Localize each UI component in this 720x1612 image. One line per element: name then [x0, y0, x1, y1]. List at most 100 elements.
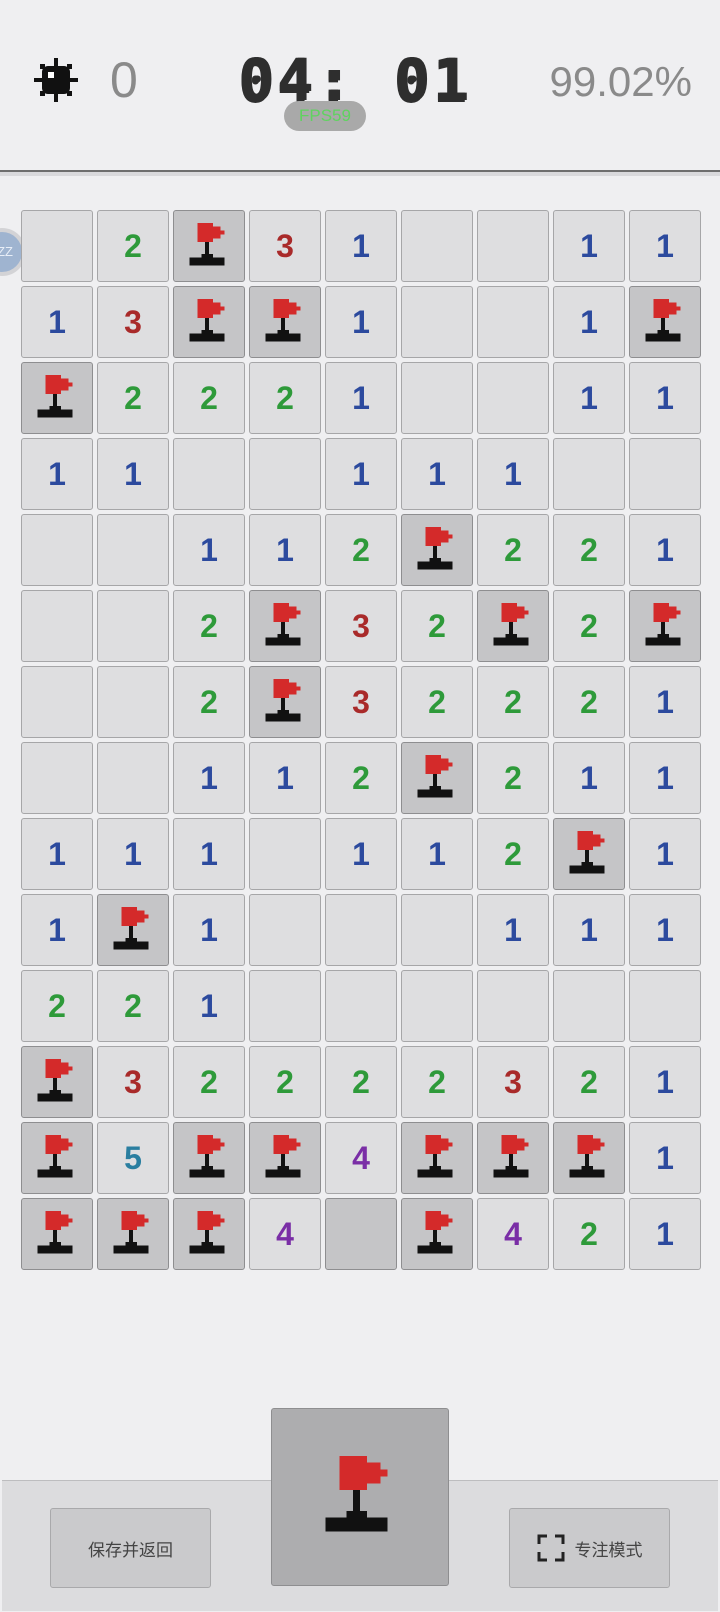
number-cell[interactable]: 1: [401, 818, 473, 890]
number-cell[interactable]: 2: [401, 1046, 473, 1118]
number-cell[interactable]: 3: [249, 210, 321, 282]
empty-cell[interactable]: [325, 894, 397, 966]
number-cell[interactable]: 1: [629, 210, 701, 282]
save-and-return-button[interactable]: 保存并返回: [50, 1508, 211, 1588]
empty-cell[interactable]: [249, 970, 321, 1042]
number-cell[interactable]: 1: [553, 286, 625, 358]
empty-cell[interactable]: [249, 818, 321, 890]
number-cell[interactable]: 1: [173, 894, 245, 966]
number-cell[interactable]: 1: [173, 818, 245, 890]
covered-cell[interactable]: [325, 1198, 397, 1270]
flagged-cell[interactable]: [173, 210, 245, 282]
flagged-cell[interactable]: [97, 894, 169, 966]
flagged-cell[interactable]: [249, 1122, 321, 1194]
empty-cell[interactable]: [325, 970, 397, 1042]
flagged-cell[interactable]: [401, 742, 473, 814]
empty-cell[interactable]: [21, 742, 93, 814]
empty-cell[interactable]: [97, 590, 169, 662]
number-cell[interactable]: 2: [477, 514, 549, 586]
empty-cell[interactable]: [401, 286, 473, 358]
flagged-cell[interactable]: [21, 1046, 93, 1118]
number-cell[interactable]: 2: [477, 742, 549, 814]
empty-cell[interactable]: [97, 742, 169, 814]
number-cell[interactable]: 1: [629, 894, 701, 966]
number-cell[interactable]: 1: [97, 438, 169, 510]
number-cell[interactable]: 2: [553, 590, 625, 662]
number-cell[interactable]: 2: [97, 362, 169, 434]
number-cell[interactable]: 1: [477, 894, 549, 966]
empty-cell[interactable]: [401, 210, 473, 282]
number-cell[interactable]: 2: [553, 1046, 625, 1118]
flagged-cell[interactable]: [553, 818, 625, 890]
flagged-cell[interactable]: [173, 1122, 245, 1194]
empty-cell[interactable]: [249, 894, 321, 966]
number-cell[interactable]: 1: [325, 362, 397, 434]
empty-cell[interactable]: [477, 210, 549, 282]
number-cell[interactable]: 3: [97, 286, 169, 358]
empty-cell[interactable]: [553, 970, 625, 1042]
empty-cell[interactable]: [401, 362, 473, 434]
number-cell[interactable]: 1: [629, 1198, 701, 1270]
empty-cell[interactable]: [97, 666, 169, 738]
number-cell[interactable]: 1: [21, 438, 93, 510]
number-cell[interactable]: 1: [21, 818, 93, 890]
flagged-cell[interactable]: [97, 1198, 169, 1270]
number-cell[interactable]: 3: [97, 1046, 169, 1118]
number-cell[interactable]: 2: [173, 666, 245, 738]
empty-cell[interactable]: [21, 514, 93, 586]
number-cell[interactable]: 2: [97, 210, 169, 282]
flagged-cell[interactable]: [553, 1122, 625, 1194]
number-cell[interactable]: 2: [21, 970, 93, 1042]
focus-mode-button[interactable]: 专注模式: [509, 1508, 670, 1588]
empty-cell[interactable]: [553, 438, 625, 510]
empty-cell[interactable]: [629, 438, 701, 510]
flagged-cell[interactable]: [477, 1122, 549, 1194]
number-cell[interactable]: 1: [21, 286, 93, 358]
empty-cell[interactable]: [21, 210, 93, 282]
number-cell[interactable]: 1: [629, 742, 701, 814]
empty-cell[interactable]: [97, 514, 169, 586]
number-cell[interactable]: 2: [325, 1046, 397, 1118]
flagged-cell[interactable]: [401, 514, 473, 586]
empty-cell[interactable]: [477, 970, 549, 1042]
empty-cell[interactable]: [477, 286, 549, 358]
flagged-cell[interactable]: [249, 286, 321, 358]
number-cell[interactable]: 2: [325, 514, 397, 586]
flagged-cell[interactable]: [629, 286, 701, 358]
number-cell[interactable]: 3: [325, 590, 397, 662]
number-cell[interactable]: 1: [325, 286, 397, 358]
flagged-cell[interactable]: [401, 1198, 473, 1270]
number-cell[interactable]: 3: [477, 1046, 549, 1118]
flag-mode-toggle-button[interactable]: [271, 1408, 449, 1586]
empty-cell[interactable]: [21, 590, 93, 662]
number-cell[interactable]: 1: [173, 970, 245, 1042]
number-cell[interactable]: 1: [629, 1046, 701, 1118]
number-cell[interactable]: 3: [325, 666, 397, 738]
empty-cell[interactable]: [401, 894, 473, 966]
number-cell[interactable]: 1: [249, 742, 321, 814]
flagged-cell[interactable]: [21, 1122, 93, 1194]
flagged-cell[interactable]: [249, 590, 321, 662]
flagged-cell[interactable]: [477, 590, 549, 662]
number-cell[interactable]: 1: [553, 210, 625, 282]
empty-cell[interactable]: [249, 438, 321, 510]
number-cell[interactable]: 1: [401, 438, 473, 510]
number-cell[interactable]: 1: [477, 438, 549, 510]
number-cell[interactable]: 1: [553, 742, 625, 814]
number-cell[interactable]: 4: [325, 1122, 397, 1194]
number-cell[interactable]: 1: [173, 742, 245, 814]
number-cell[interactable]: 4: [249, 1198, 321, 1270]
number-cell[interactable]: 1: [553, 894, 625, 966]
flagged-cell[interactable]: [173, 1198, 245, 1270]
number-cell[interactable]: 1: [325, 818, 397, 890]
number-cell[interactable]: 1: [325, 438, 397, 510]
empty-cell[interactable]: [401, 970, 473, 1042]
flagged-cell[interactable]: [21, 1198, 93, 1270]
number-cell[interactable]: 2: [401, 590, 473, 662]
empty-cell[interactable]: [21, 666, 93, 738]
number-cell[interactable]: 1: [629, 666, 701, 738]
number-cell[interactable]: 5: [97, 1122, 169, 1194]
number-cell[interactable]: 1: [97, 818, 169, 890]
flagged-cell[interactable]: [629, 590, 701, 662]
number-cell[interactable]: 1: [629, 514, 701, 586]
